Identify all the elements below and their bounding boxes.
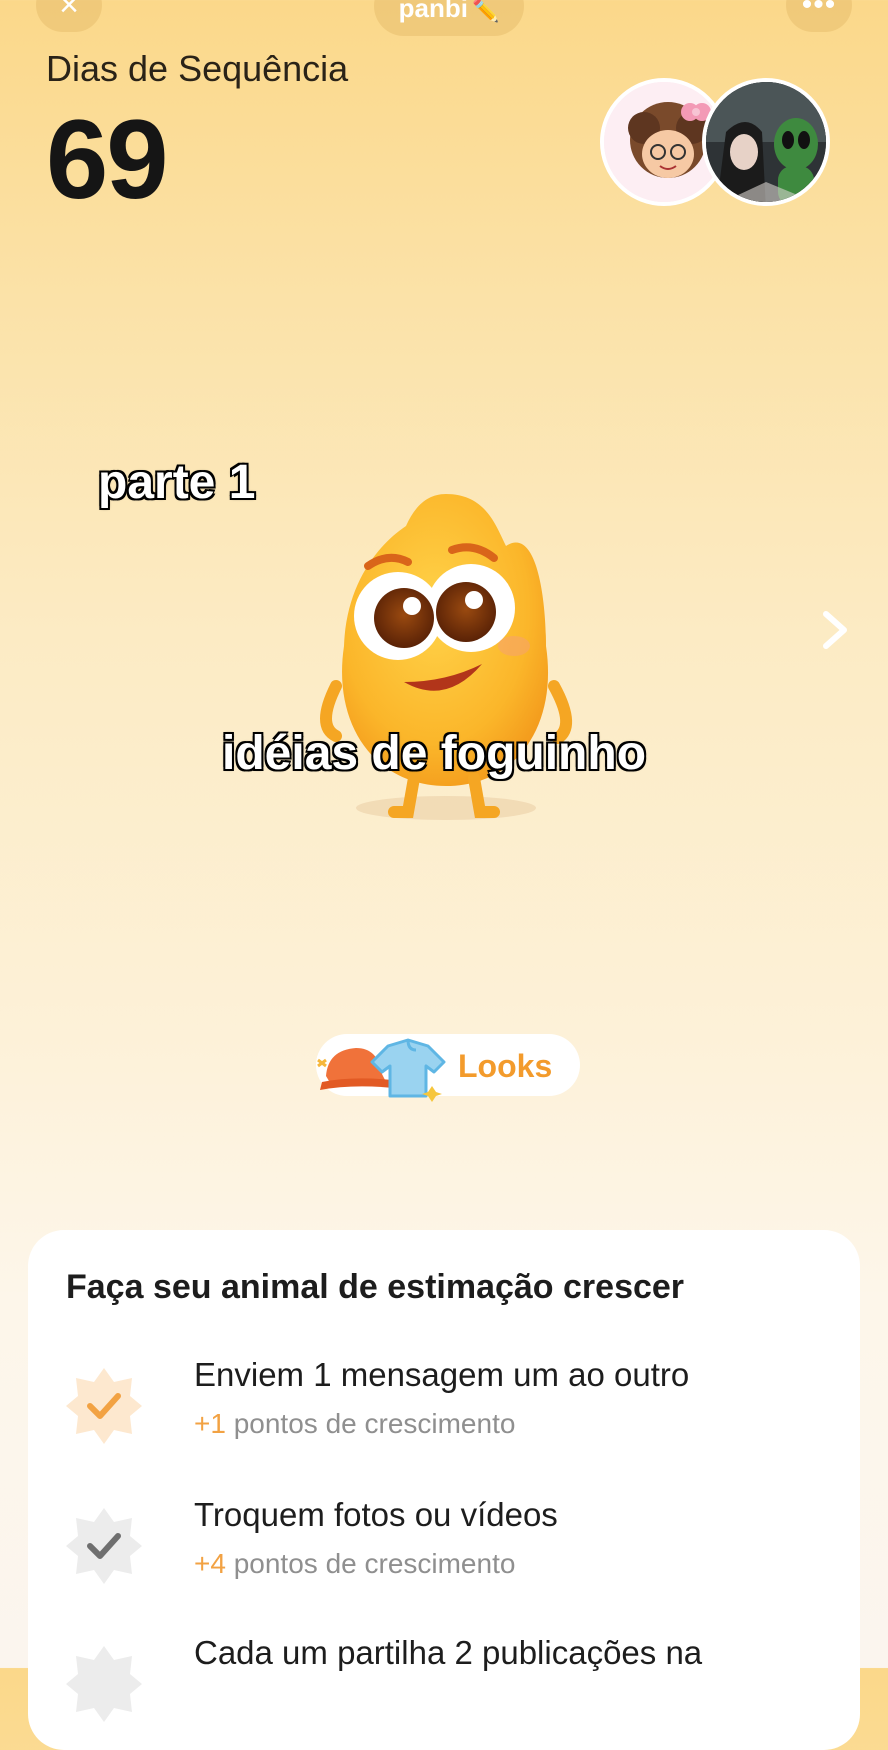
tasks-title: Faça seu animal de estimação crescer	[66, 1268, 685, 1306]
task-title: Enviem 1 mensagem um ao outro	[194, 1356, 690, 1393]
task-title: Cada um partilha 2 publicações na	[194, 1634, 703, 1671]
chevron-right-icon[interactable]	[818, 610, 852, 650]
more-dots-icon: •••	[801, 0, 837, 21]
avatar-user-2[interactable]	[702, 78, 830, 206]
chat-title-pill[interactable]: panbi ✏️	[374, 0, 524, 36]
streak-label: Dias de Sequência	[46, 48, 349, 89]
looks-button[interactable]: Looks	[316, 1034, 580, 1102]
streak-count: 69	[46, 97, 169, 222]
close-icon: ×	[59, 0, 79, 24]
check-badge-icon	[66, 1646, 142, 1722]
check-badge-icon	[66, 1508, 142, 1584]
task-points: +4 pontos de crescimento	[194, 1548, 516, 1579]
looks-label: Looks	[458, 1048, 553, 1084]
task-points: +1 pontos de crescimento	[194, 1408, 516, 1439]
chat-title: panbi	[398, 0, 468, 23]
more-options-button[interactable]: •••	[786, 0, 852, 32]
caption-main: idéias de foguinho	[221, 726, 647, 781]
check-badge-icon	[66, 1368, 142, 1444]
outfit-icon	[317, 1038, 446, 1102]
close-button[interactable]: ×	[36, 0, 102, 32]
caption-part: parte 1	[97, 455, 256, 510]
task-title: Troquem fotos ou vídeos	[194, 1496, 558, 1533]
pencil-emoji: ✏️	[471, 0, 500, 23]
growth-tasks-card: Faça seu animal de estimação crescer Env…	[28, 1230, 860, 1750]
